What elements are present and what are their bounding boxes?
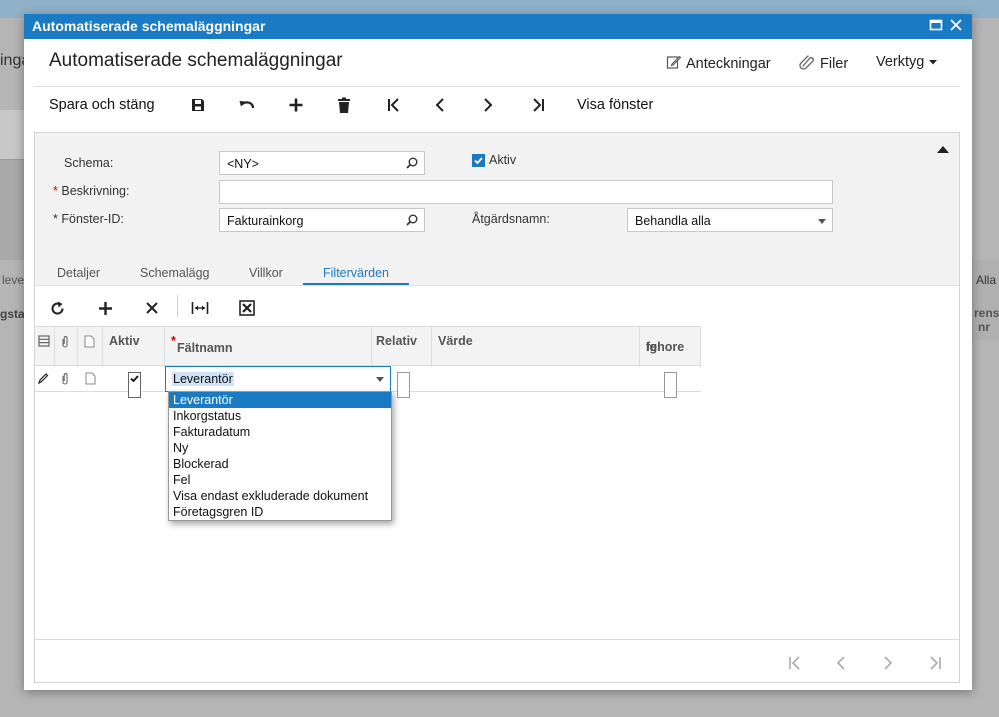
row-ignore-error-checkbox[interactable] — [664, 372, 677, 398]
files-button[interactable]: Filer — [798, 54, 848, 74]
action-name-select[interactable]: Behandla alla — [627, 208, 833, 232]
background-text-fragment: rens — [974, 306, 999, 320]
tab-conditions[interactable]: Villkor — [249, 266, 283, 280]
save-and-close-button[interactable]: Spara och stäng — [49, 97, 155, 113]
background-text-fragment: nr — [978, 320, 990, 334]
form-panel: Schema: <NY> Aktiv * Beskrivning: * Föns… — [34, 132, 960, 683]
save-icon[interactable] — [187, 94, 209, 116]
column-header-value[interactable]: Värde — [432, 327, 640, 367]
dialog-title: Automatiserade schemaläggningar — [32, 18, 266, 34]
background-left-strip — [0, 160, 24, 260]
schema-label: Schema: — [64, 156, 114, 170]
window-id-label: * Fönster-ID: — [53, 212, 124, 226]
note-icon[interactable] — [85, 372, 96, 398]
paperclip-icon — [60, 335, 70, 351]
dropdown-option[interactable]: Företagsgren ID — [169, 504, 391, 520]
background-text-fragment: leve — [2, 273, 25, 287]
notes-header — [78, 327, 103, 367]
first-record-icon[interactable] — [383, 94, 405, 116]
schema-input[interactable]: <NY> — [219, 151, 425, 175]
dropdown-option[interactable]: Leverantör — [169, 392, 391, 408]
notes-button[interactable]: Anteckningar — [666, 54, 771, 74]
pager-previous-icon[interactable] — [831, 653, 851, 673]
background-text-fragment: Alla — [976, 273, 997, 287]
tab-schedule[interactable]: Schemalägg — [140, 266, 210, 280]
toolbar-divider — [177, 295, 178, 317]
attachments-header — [55, 327, 78, 367]
active-label: Aktiv — [489, 153, 517, 167]
fit-columns-icon[interactable] — [190, 298, 210, 318]
field-name-value: Leverantör — [172, 372, 234, 386]
header-divider — [34, 86, 960, 87]
undo-icon[interactable] — [236, 94, 258, 116]
grid-header: Aktiv * Fältnamn Relativ Värde Ignore fel — [35, 326, 701, 367]
paperclip-icon — [798, 54, 816, 74]
previous-record-icon[interactable] — [429, 94, 451, 116]
scheduling-dialog: Automatiserade schemaläggningar Automati… — [24, 14, 972, 690]
delete-icon[interactable] — [333, 94, 355, 116]
close-icon[interactable] — [948, 18, 964, 34]
collapse-icon[interactable] — [936, 141, 950, 159]
grid-toolbar — [35, 285, 959, 325]
window-id-value: Fakturainkorg — [227, 214, 304, 228]
schema-value: <NY> — [227, 157, 259, 171]
tab-filter-values[interactable]: Filtervärden — [323, 266, 389, 280]
background-text-fragment: gsta — [0, 307, 25, 321]
column-header-field-name[interactable]: * Fältnamn — [165, 327, 372, 367]
tab-details[interactable]: Detaljer — [57, 266, 100, 280]
search-icon[interactable] — [406, 214, 418, 229]
add-row-icon[interactable] — [95, 298, 115, 318]
edit-note-icon — [666, 54, 682, 74]
paperclip-icon[interactable] — [60, 372, 70, 398]
dropdown-option[interactable]: Fel — [169, 472, 391, 488]
show-window-button[interactable]: Visa fönster — [577, 97, 653, 113]
description-input[interactable] — [219, 180, 833, 204]
delete-row-icon[interactable] — [142, 298, 162, 318]
grid-settings-icon[interactable] — [38, 335, 50, 350]
dropdown-option[interactable]: Visa endast exkluderade dokument — [169, 488, 391, 504]
search-icon[interactable] — [406, 157, 418, 172]
pager-last-icon[interactable] — [925, 653, 945, 673]
row-relative-checkbox[interactable] — [397, 372, 410, 398]
export-excel-icon[interactable] — [237, 298, 257, 318]
last-record-icon[interactable] — [527, 94, 549, 116]
column-header-relative[interactable]: Relativ — [372, 327, 432, 367]
chevron-down-icon — [818, 219, 826, 224]
dropdown-option[interactable]: Fakturadatum — [169, 424, 391, 440]
edit-pencil-icon — [37, 372, 49, 398]
background-left-panel — [0, 110, 24, 160]
notes-label: Anteckningar — [686, 56, 771, 72]
pager-divider — [35, 639, 959, 640]
row-active-checkbox[interactable] — [128, 372, 141, 398]
pager-next-icon[interactable] — [878, 653, 898, 673]
add-icon[interactable] — [285, 94, 307, 116]
pager-first-icon[interactable] — [785, 653, 805, 673]
description-label: * Beskrivning: — [53, 184, 130, 198]
document-icon — [84, 335, 95, 351]
column-header-active[interactable]: Aktiv — [103, 327, 165, 367]
dropdown-option[interactable]: Blockerad — [169, 456, 391, 472]
field-name-dropdown-list: Leverantör Inkorgstatus Fakturadatum Ny … — [168, 391, 392, 521]
window-id-input[interactable]: Fakturainkorg — [219, 208, 425, 232]
chevron-down-icon[interactable] — [376, 377, 384, 382]
next-record-icon[interactable] — [477, 94, 499, 116]
refresh-icon[interactable] — [47, 298, 67, 318]
field-name-combobox[interactable]: Leverantör — [165, 366, 391, 392]
dialog-titlebar[interactable]: Automatiserade schemaläggningar — [24, 14, 972, 39]
caret-down-icon — [928, 54, 938, 70]
files-label: Filer — [820, 56, 849, 72]
page-title: Automatiserade schemaläggningar — [49, 50, 343, 71]
column-header-ignore-error[interactable]: Ignore fel — [640, 327, 701, 367]
action-name-label: Åtgärdsnamn: — [472, 212, 550, 226]
column-settings-header[interactable] — [35, 327, 55, 367]
dropdown-option[interactable]: Inkorgstatus — [169, 408, 391, 424]
tools-menu-button[interactable]: Verktyg — [876, 54, 938, 70]
action-name-value: Behandla alla — [635, 214, 711, 228]
tools-label: Verktyg — [876, 54, 925, 70]
active-checkbox[interactable] — [472, 154, 485, 167]
maximize-icon[interactable] — [928, 18, 944, 34]
dropdown-option[interactable]: Ny — [169, 440, 391, 456]
